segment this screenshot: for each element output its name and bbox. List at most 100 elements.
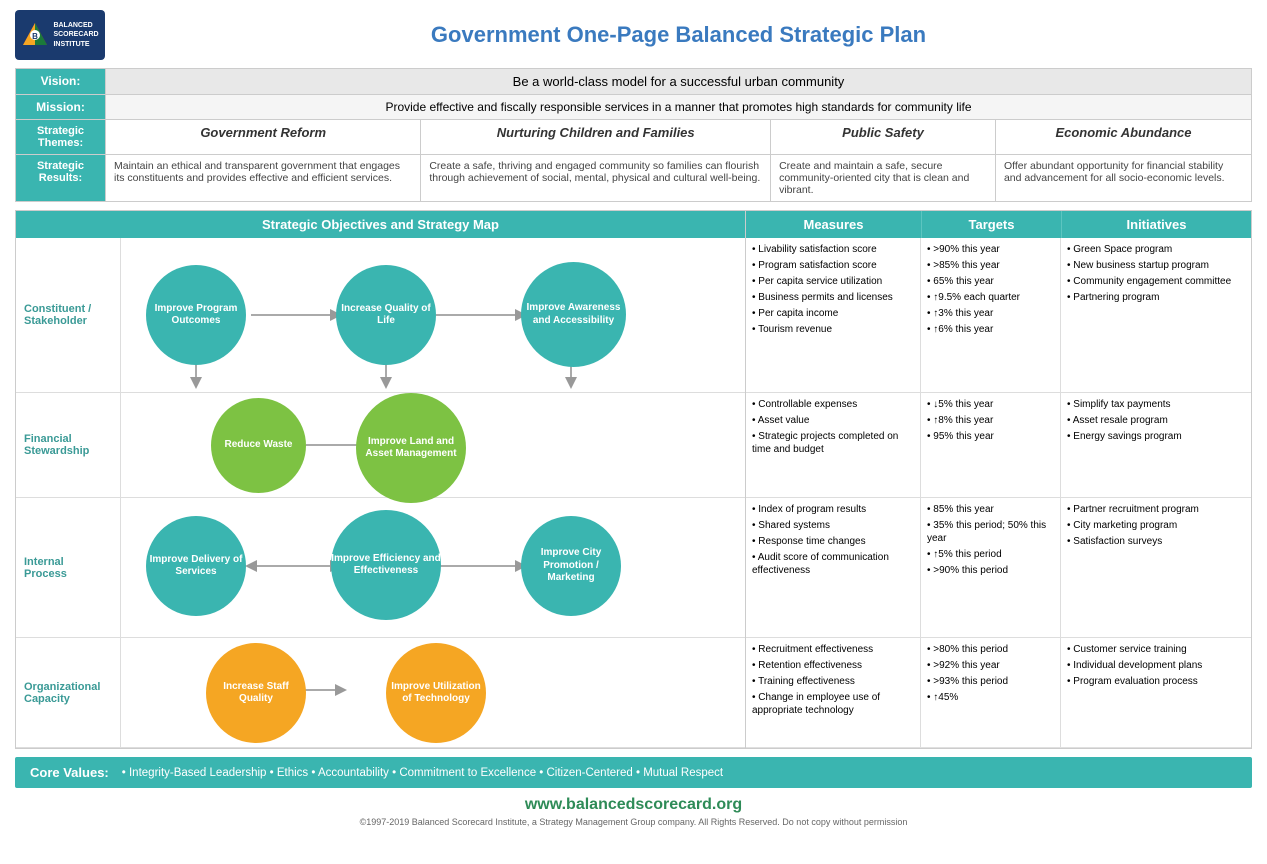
- right-row-internal: Index of program results Shared systems …: [746, 498, 1251, 638]
- target-0-3: ↑9.5% each quarter: [927, 291, 1054, 304]
- target-0-0: >90% this year: [927, 243, 1054, 256]
- core-values-items: • Integrity-Based Leadership • Ethics • …: [122, 767, 723, 779]
- target-2-1: 35% this period; 50% this year: [927, 519, 1054, 545]
- measure-0-3: Business permits and licenses: [752, 291, 914, 304]
- financial-map: Reduce Waste Improve Land and Asset Mana…: [121, 393, 745, 497]
- targets-constituent: >90% this year >85% this year 65% this y…: [921, 238, 1061, 392]
- target-3-1: >92% this year: [927, 659, 1054, 672]
- measures-org: Recruitment effectiveness Retention effe…: [746, 638, 921, 747]
- row-label-org: OrganizationalCapacity: [16, 638, 121, 747]
- target-2-2: ↑5% this period: [927, 548, 1054, 561]
- theme-1: Government Reform: [106, 120, 421, 155]
- target-3-3: ↑45%: [927, 691, 1054, 704]
- initiative-3-2: Program evaluation process: [1067, 675, 1245, 688]
- measure-2-3: Audit score of communication effectivene…: [752, 551, 914, 577]
- internal-row: InternalProcess: [16, 498, 745, 638]
- initiatives-org: Customer service training Individual dev…: [1061, 638, 1251, 747]
- measure-3-0: Recruitment effectiveness: [752, 643, 914, 656]
- row-label-constituent: Constituent /Stakeholder: [16, 238, 121, 392]
- target-3-0: >80% this period: [927, 643, 1054, 656]
- mission-label: Mission:: [16, 95, 106, 120]
- initiative-1-1: Asset resale program: [1067, 414, 1245, 427]
- target-0-1: >85% this year: [927, 259, 1054, 272]
- right-panel-headers: Measures Targets Initiatives: [746, 211, 1251, 238]
- vision-label: Vision:: [16, 69, 106, 95]
- results-label: Strategic Results:: [16, 155, 106, 202]
- vision-text: Be a world-class model for a successful …: [106, 69, 1252, 95]
- measures-internal: Index of program results Shared systems …: [746, 498, 921, 637]
- measure-3-1: Retention effectiveness: [752, 659, 914, 672]
- measure-0-0: Livability satisfaction score: [752, 243, 914, 256]
- right-row-constituent: Livability satisfaction score Program sa…: [746, 238, 1251, 393]
- initiative-1-2: Energy savings program: [1067, 430, 1245, 443]
- internal-map: Improve Delivery of Services Improve Eff…: [121, 498, 745, 637]
- initiatives-constituent: Green Space program New business startup…: [1061, 238, 1251, 392]
- node-increase-staff: Increase Staff Quality: [206, 643, 306, 743]
- target-1-0: ↓5% this year: [927, 398, 1054, 411]
- measure-1-1: Asset value: [752, 414, 914, 427]
- target-0-4: ↑3% this year: [927, 307, 1054, 320]
- mission-text: Provide effective and fiscally responsib…: [106, 95, 1252, 120]
- top-info-table: Vision: Be a world-class model for a suc…: [15, 68, 1252, 202]
- initiative-0-2: Community engagement committee: [1067, 275, 1245, 288]
- node-improve-program: Improve Program Outcomes: [146, 265, 246, 365]
- initiatives-col-header: Initiatives: [1061, 211, 1251, 238]
- target-0-5: ↑6% this year: [927, 323, 1054, 336]
- theme-4: Economic Abundance: [995, 120, 1251, 155]
- right-row-financial: Controllable expenses Asset value Strate…: [746, 393, 1251, 498]
- initiative-2-0: Partner recruitment program: [1067, 503, 1245, 516]
- target-2-0: 85% this year: [927, 503, 1054, 516]
- initiative-3-1: Individual development plans: [1067, 659, 1245, 672]
- theme-2: Nurturing Children and Families: [421, 120, 771, 155]
- measure-0-2: Per capita service utilization: [752, 275, 914, 288]
- measures-constituent: Livability satisfaction score Program sa…: [746, 238, 921, 392]
- row-label-internal: InternalProcess: [16, 498, 121, 637]
- node-improve-delivery: Improve Delivery of Services: [146, 516, 246, 616]
- themes-label: Strategic Themes:: [16, 120, 106, 155]
- right-panel: Measures Targets Initiatives Livability …: [746, 211, 1251, 748]
- node-reduce-waste: Reduce Waste: [211, 398, 306, 493]
- result-4: Offer abundant opportunity for financial…: [995, 155, 1251, 202]
- measure-1-0: Controllable expenses: [752, 398, 914, 411]
- result-3: Create and maintain a safe, secure commu…: [771, 155, 996, 202]
- core-values-label: Core Values:: [30, 765, 109, 780]
- constituent-row: Constituent /Stakeholder: [16, 238, 745, 393]
- targets-org: >80% this period >92% this year >93% thi…: [921, 638, 1061, 747]
- org-row: OrganizationalCapacity Increase Staff Qu…: [16, 638, 745, 748]
- measure-0-5: Tourism revenue: [752, 323, 914, 336]
- initiative-0-0: Green Space program: [1067, 243, 1245, 256]
- main-title: Government One-Page Balanced Strategic P…: [105, 22, 1252, 48]
- measure-0-1: Program satisfaction score: [752, 259, 914, 272]
- svg-text:B: B: [33, 32, 39, 41]
- node-increase-quality: Increase Quality of Life: [336, 265, 436, 365]
- measure-2-0: Index of program results: [752, 503, 914, 516]
- constituent-map: Improve Program Outcomes Increase Qualit…: [121, 238, 745, 392]
- initiatives-internal: Partner recruitment program City marketi…: [1061, 498, 1251, 637]
- footer-copyright: ©1997-2019 Balanced Scorecard Institute,…: [15, 817, 1252, 827]
- node-improve-city: Improve City Promotion / Marketing: [521, 516, 621, 616]
- node-improve-awareness: Improve Awareness and Accessibility: [521, 262, 626, 367]
- measure-0-4: Per capita income: [752, 307, 914, 320]
- targets-internal: 85% this year 35% this period; 50% this …: [921, 498, 1061, 637]
- initiative-0-3: Partnering program: [1067, 291, 1245, 304]
- measure-2-1: Shared systems: [752, 519, 914, 532]
- row-label-financial: FinancialStewardship: [16, 393, 121, 497]
- header: B BALANCEDSCORECARDINSTITUTE Government …: [15, 10, 1252, 60]
- target-3-2: >93% this period: [927, 675, 1054, 688]
- initiative-2-1: City marketing program: [1067, 519, 1245, 532]
- main-content: Strategic Objectives and Strategy Map Co…: [15, 210, 1252, 749]
- measures-financial: Controllable expenses Asset value Strate…: [746, 393, 921, 497]
- node-improve-tech: Improve Utilization of Technology: [386, 643, 486, 743]
- targets-financial: ↓5% this year ↑8% this year 95% this yea…: [921, 393, 1061, 497]
- theme-3: Public Safety: [771, 120, 996, 155]
- target-2-3: >90% this period: [927, 564, 1054, 577]
- measure-3-3: Change in employee use of appropriate te…: [752, 691, 914, 717]
- measures-col-header: Measures: [746, 211, 921, 238]
- measure-2-2: Response time changes: [752, 535, 914, 548]
- node-improve-efficiency: Improve Efficiency and Effectiveness: [331, 510, 441, 620]
- targets-col-header: Targets: [921, 211, 1061, 238]
- page-container: B BALANCEDSCORECARDINSTITUTE Government …: [0, 0, 1267, 837]
- target-0-2: 65% this year: [927, 275, 1054, 288]
- node-improve-land: Improve Land and Asset Management: [356, 393, 466, 503]
- initiatives-financial: Simplify tax payments Asset resale progr…: [1061, 393, 1251, 497]
